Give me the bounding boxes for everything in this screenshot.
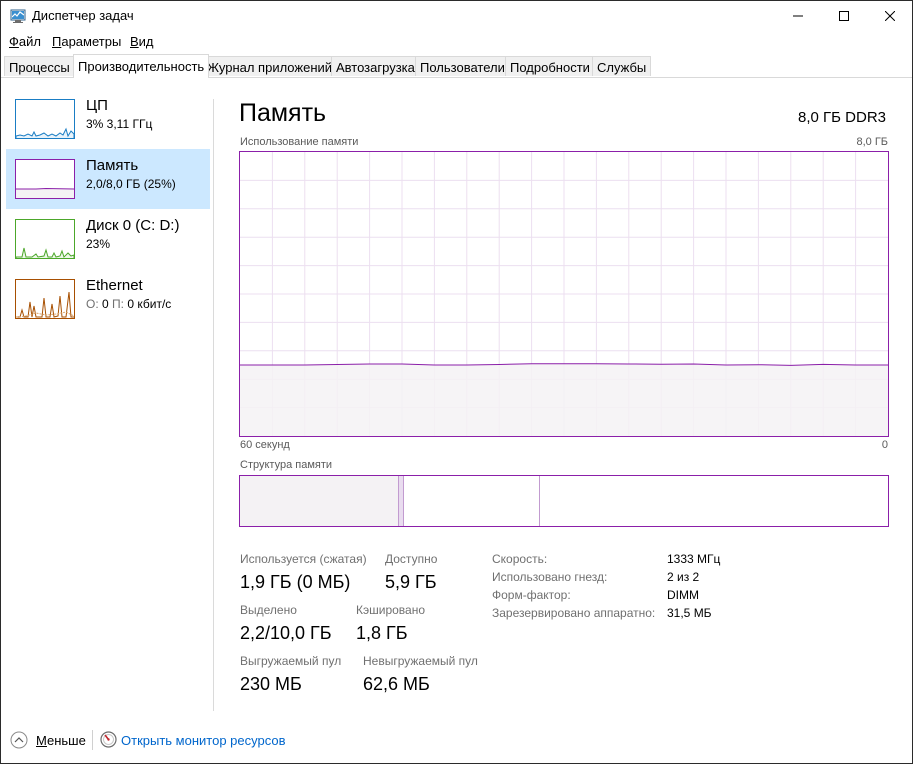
close-button[interactable]	[867, 1, 912, 31]
tab-performance[interactable]: Производительность	[73, 54, 210, 78]
task-manager-icon	[10, 9, 26, 23]
memory-title: Память	[86, 157, 139, 174]
form-factor-value: DIMM	[667, 588, 699, 602]
title-bar[interactable]: Диспетчер задач	[1, 1, 912, 31]
memory-subtitle: 2,0/8,0 ГБ (25%)	[86, 177, 176, 191]
composition-free[interactable]	[540, 476, 888, 526]
slots-value: 2 из 2	[667, 570, 700, 584]
memory-total: 8,0 ГБ DDR3	[798, 109, 886, 126]
nonpaged-pool-value: 62,6 МБ	[363, 674, 430, 694]
memory-usage-chart	[239, 151, 889, 437]
hw-reserved-label: Зарезервировано аппаратно:	[492, 606, 656, 620]
memory-thumbnail	[15, 159, 75, 199]
fewer-details-button[interactable]: Меньше	[36, 733, 86, 748]
hw-reserved-value: 31,5 МБ	[667, 606, 712, 620]
maximize-icon	[839, 11, 849, 21]
sidebar-item-memory[interactable]: Память 2,0/8,0 ГБ (25%)	[6, 149, 210, 209]
footer-separator	[92, 730, 93, 750]
ethernet-recv-value: 0 кбит/с	[127, 297, 172, 311]
menu-bar: Файл Параметры Вид	[1, 31, 912, 53]
tab-bar: Процессы Производительность Журнал прило…	[1, 53, 912, 78]
form-factor-label: Форм-фактор:	[492, 588, 571, 602]
window-title: Диспетчер задач	[32, 8, 134, 23]
tab-services[interactable]: Службы	[592, 56, 652, 76]
composition-in-use[interactable]	[240, 476, 398, 526]
cpu-subtitle: 3% 3,11 ГГц	[86, 117, 153, 131]
ethernet-send-prefix: О:	[86, 297, 99, 311]
maximize-button[interactable]	[821, 1, 867, 31]
sidebar-item-cpu[interactable]: ЦП 3% 3,11 ГГц	[6, 89, 210, 149]
disk-subtitle: 23%	[86, 237, 111, 251]
task-manager-window: Диспетчер задач Файл Параметры Вид Проце…	[0, 0, 913, 764]
usage-area	[240, 363, 888, 436]
ethernet-recv-prefix: П:	[112, 297, 125, 311]
in-use-label: Используется (сжатая)	[240, 552, 367, 566]
tab-details[interactable]: Подробности	[505, 56, 595, 76]
page-title: Память	[239, 99, 327, 127]
committed-label: Выделено	[240, 603, 297, 617]
memory-usage-graph	[240, 152, 888, 436]
paged-pool-value: 230 МБ	[240, 674, 302, 694]
available-label: Доступно	[385, 552, 438, 566]
tab-users[interactable]: Пользователи	[415, 56, 510, 76]
memory-composition-bar	[239, 475, 889, 527]
tab-processes[interactable]: Процессы	[4, 56, 75, 76]
usage-time-right: 0	[881, 439, 888, 451]
sidebar-item-ethernet[interactable]: Ethernet О: 0 П: 0 кбит/с	[6, 269, 210, 329]
cpu-thumbnail	[15, 99, 75, 139]
ethernet-subtitle: О: 0 П: 0 кбит/с	[86, 297, 171, 311]
resource-monitor-icon	[100, 731, 117, 748]
composition-label: Структура памяти	[240, 459, 333, 471]
sidebar-item-disk[interactable]: Диск 0 (C: D:) 23%	[6, 209, 210, 269]
minimize-icon	[793, 15, 803, 17]
memory-thumbnail-graph	[16, 187, 75, 198]
sidebar-divider[interactable]	[213, 99, 214, 711]
ethernet-title: Ethernet	[86, 277, 143, 294]
nonpaged-pool-label: Невыгружаемый пул	[363, 654, 478, 668]
minimize-button[interactable]	[775, 1, 821, 31]
paged-pool-label: Выгружаемый пул	[240, 654, 342, 668]
open-resource-monitor-link[interactable]: Открыть монитор ресурсов	[121, 733, 285, 748]
cpu-thumbnail-graph	[15, 127, 75, 138]
cached-value: 1,8 ГБ	[356, 623, 408, 643]
close-icon	[885, 11, 895, 21]
footer: Меньше Открыть монитор ресурсов	[1, 725, 912, 755]
composition-standby[interactable]	[404, 476, 540, 526]
menu-options[interactable]: Параметры	[52, 34, 121, 49]
menu-view[interactable]: Вид	[130, 34, 154, 49]
ethernet-send-value: 0	[102, 297, 109, 311]
tab-app-history[interactable]: Журнал приложений	[202, 56, 338, 76]
cached-label: Кэшировано	[356, 603, 426, 617]
committed-value: 2,2/10,0 ГБ	[240, 623, 332, 643]
tab-startup[interactable]: Автозагрузка	[331, 56, 420, 76]
menu-file[interactable]: Файл	[9, 34, 41, 49]
slots-label: Использовано гнезд:	[492, 570, 608, 584]
ethernet-thumbnail-graph	[15, 291, 75, 318]
ethernet-thumbnail	[15, 279, 75, 319]
usage-chart-label: Использование памяти	[240, 136, 359, 148]
disk-title: Диск 0 (C: D:)	[86, 217, 180, 234]
cpu-title: ЦП	[86, 97, 108, 114]
usage-time-left: 60 секунд	[240, 439, 290, 451]
speed-value: 1333 МГц	[667, 552, 721, 566]
available-value: 5,9 ГБ	[385, 572, 437, 592]
in-use-value: 1,9 ГБ (0 МБ)	[240, 572, 351, 592]
chevron-up-icon[interactable]	[10, 731, 28, 749]
disk-thumbnail-graph	[15, 247, 75, 258]
disk-thumbnail	[15, 219, 75, 259]
usage-chart-max: 8,0 ГБ	[856, 136, 888, 148]
speed-label: Скорость:	[492, 552, 548, 566]
resource-list: ЦП 3% 3,11 ГГц Память 2,0/8,0 ГБ (25%) Д…	[1, 78, 213, 711]
